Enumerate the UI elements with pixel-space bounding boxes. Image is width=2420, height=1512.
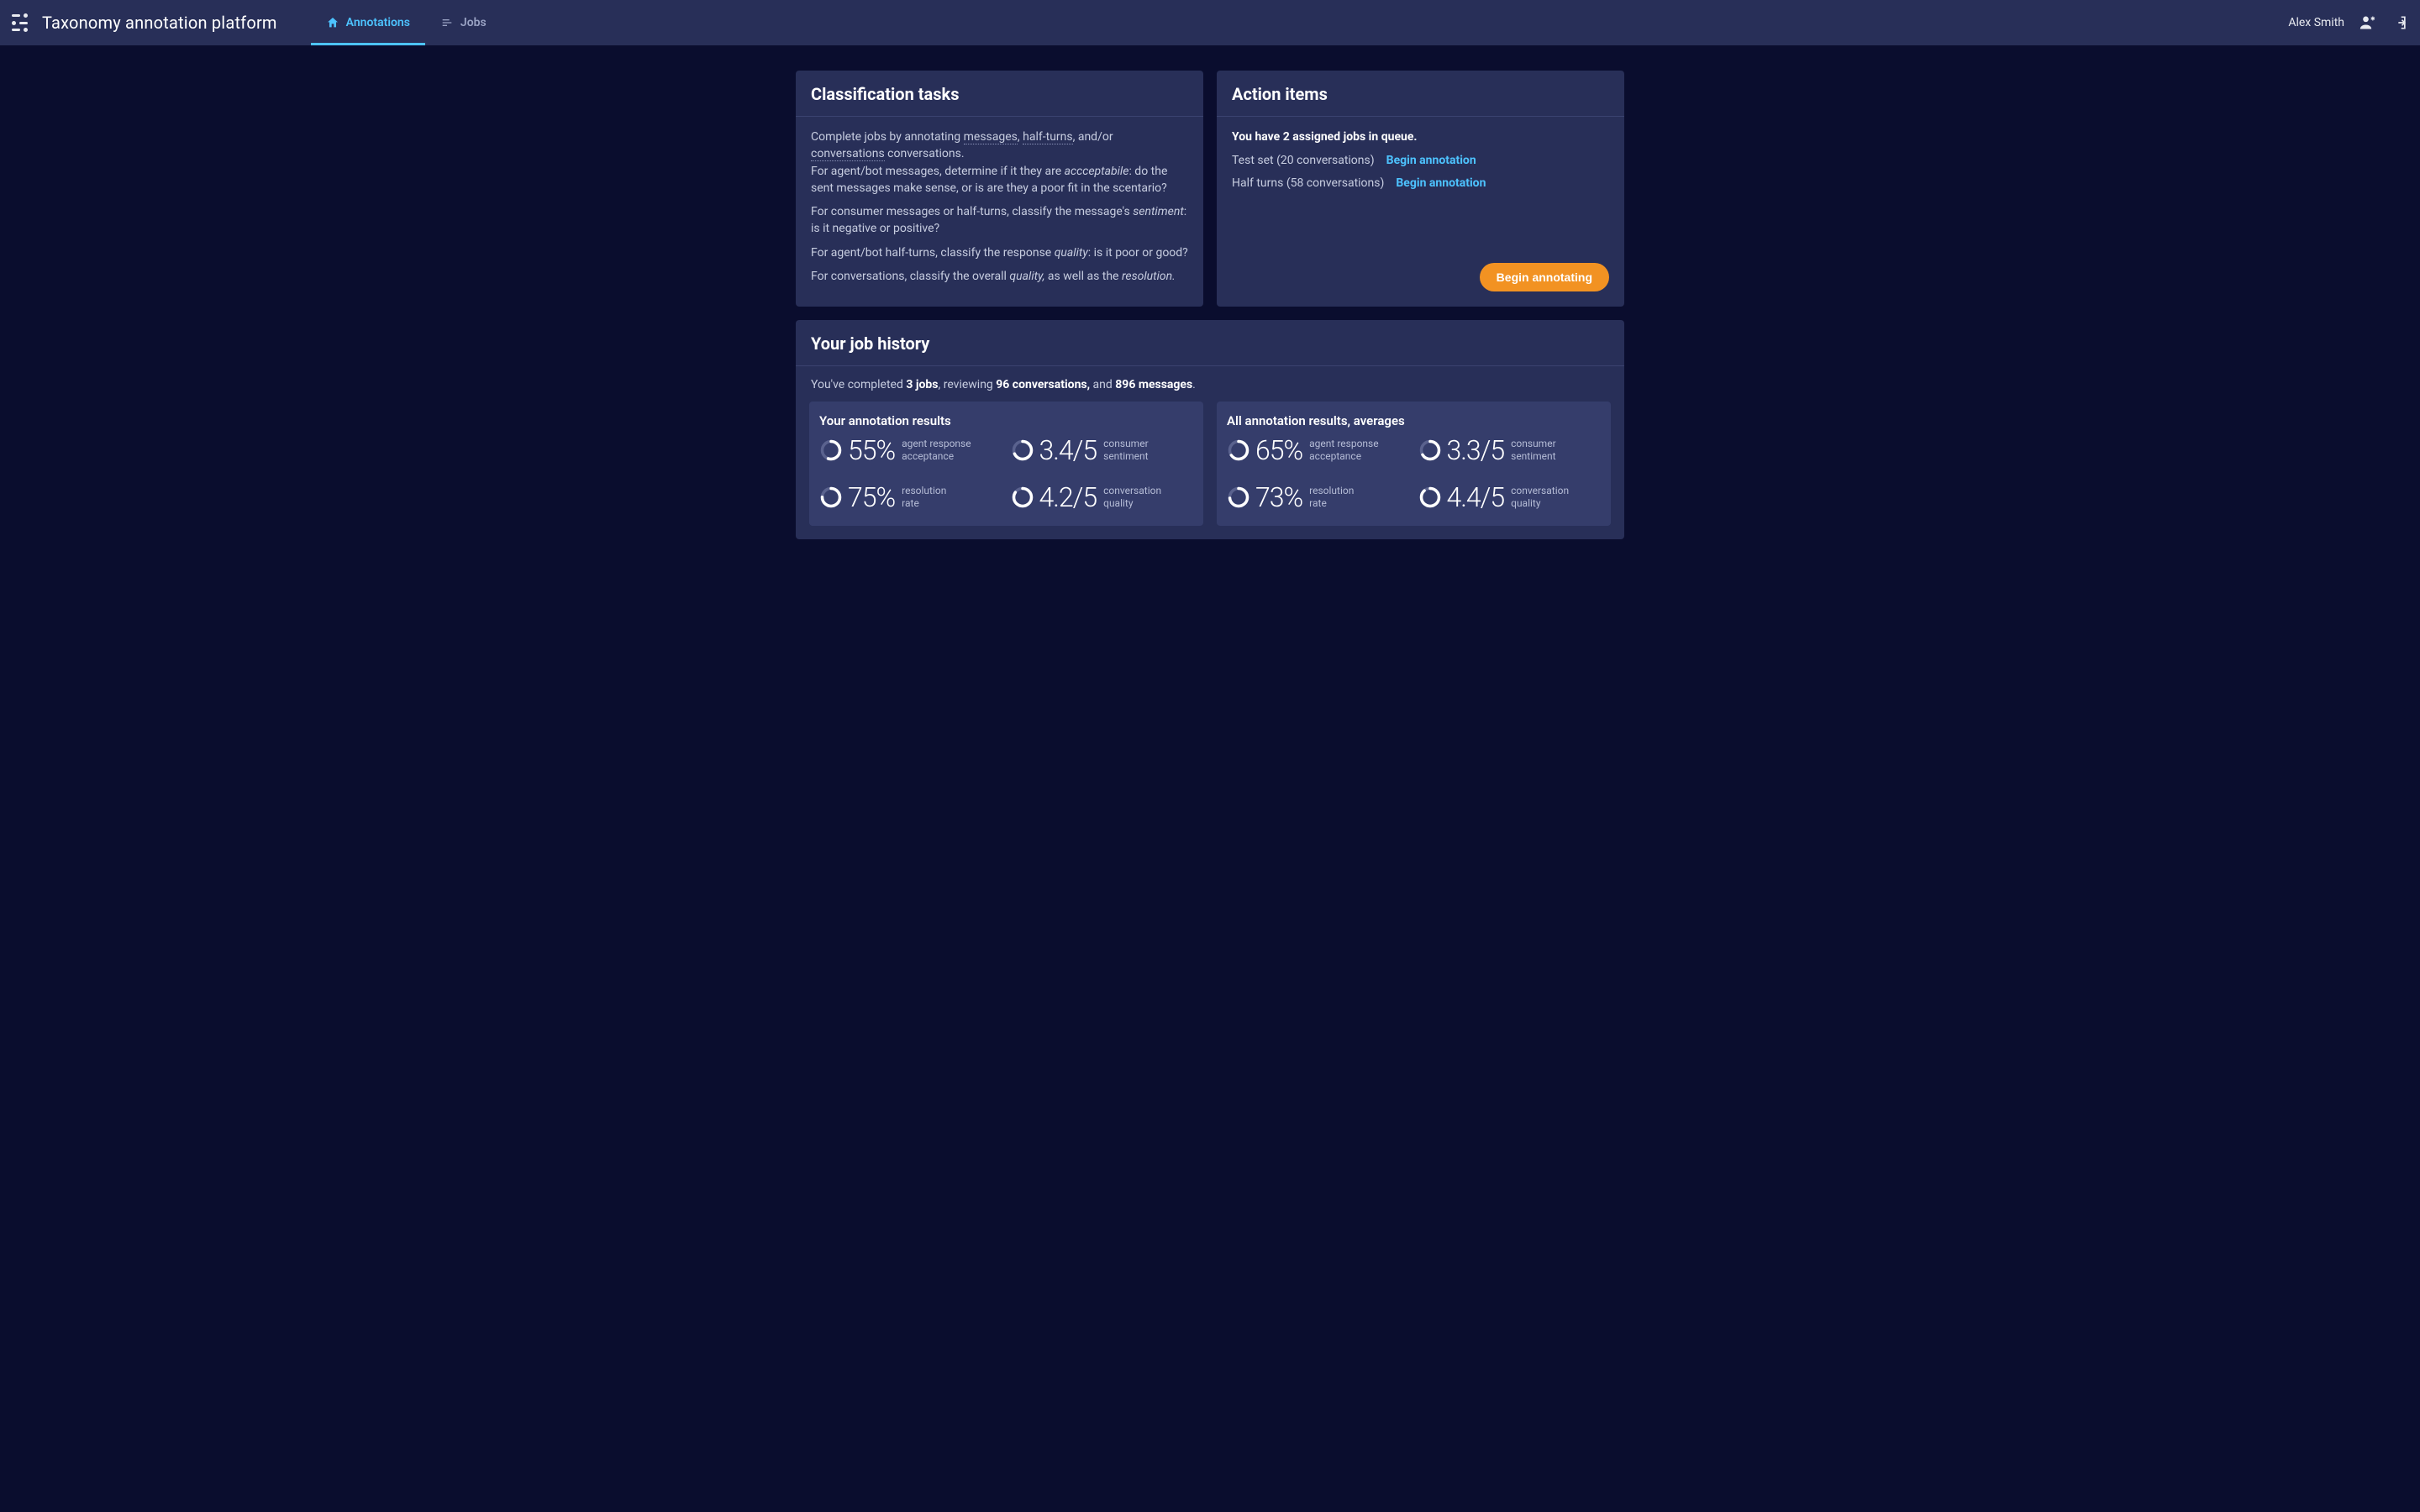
stat-value: 3.4/5 (1039, 437, 1097, 464)
stat-value: 4.2/5 (1039, 484, 1097, 511)
home-icon (326, 16, 339, 29)
donut-icon (1227, 438, 1250, 462)
stat-value: 55% (848, 437, 895, 464)
list-icon (440, 16, 454, 29)
queue-item-label: Half turns (58 conversations) (1232, 175, 1384, 192)
stats-grid: 65% agent responseacceptance 3.3/5 consu… (1227, 437, 1601, 511)
queue-item-label: Test set (20 conversations) (1232, 152, 1375, 169)
card-title: Action items (1232, 84, 1609, 104)
app-header: Taxonomy annotation platform Annotations… (0, 0, 2420, 45)
card-header: Classification tasks (796, 71, 1203, 117)
stats-grid: 55% agent responseacceptance 3.4/5 consu… (819, 437, 1193, 511)
underline-conversations: conversations (811, 147, 885, 161)
stat-resolution-rate: 73% resolutionrate (1227, 484, 1410, 511)
stat-label: agent responseacceptance (1309, 438, 1378, 463)
card-action-items: Action items You have 2 assigned jobs in… (1217, 71, 1624, 307)
card-footer: Begin annotating (1217, 263, 1624, 307)
stat-consumer-sentiment: 3.3/5 consumersentiment (1418, 437, 1602, 464)
classification-paragraph: For conversations, classify the overall … (811, 268, 1188, 285)
user-name: Alex Smith (2288, 16, 2344, 29)
card-body: Complete jobs by annotating messages, ha… (796, 117, 1203, 307)
card-job-history: Your job history You've completed 3 jobs… (796, 320, 1624, 539)
stat-agent-response-acceptance: 55% agent responseacceptance (819, 437, 1002, 464)
queue-item: Test set (20 conversations) Begin annota… (1232, 152, 1609, 169)
stat-agent-response-acceptance: 65% agent responseacceptance (1227, 437, 1410, 464)
card-header: Action items (1217, 71, 1624, 117)
queue-summary: You have 2 assigned jobs in queue. (1232, 129, 1609, 145)
app-logo-icon (12, 13, 30, 32)
header-right: Alex Smith (2288, 0, 2408, 45)
stats-card-title: Your annotation results (819, 413, 1193, 428)
donut-icon (1011, 438, 1034, 462)
underline-halfturns: half-turns (1023, 130, 1072, 144)
tab-jobs[interactable]: Jobs (425, 0, 502, 45)
stat-value: 75% (848, 484, 895, 511)
classification-paragraph: Complete jobs by annotating messages, ha… (811, 129, 1188, 197)
stat-conversation-quality: 4.4/5 conversationquality (1418, 484, 1602, 511)
donut-icon (1418, 438, 1442, 462)
queue-item: Half turns (58 conversations) Begin anno… (1232, 175, 1609, 192)
logout-icon[interactable] (2391, 14, 2408, 31)
tab-annotations[interactable]: Annotations (311, 0, 425, 45)
classification-paragraph: For consumer messages or half-turns, cla… (811, 203, 1188, 238)
donut-icon (1227, 486, 1250, 509)
card-title: Your job history (811, 333, 1609, 354)
history-summary: You've completed 3 jobs, reviewing 96 co… (796, 366, 1624, 402)
stat-label: agent responseacceptance (902, 438, 971, 463)
nav-tabs: Annotations Jobs (311, 0, 502, 45)
stat-value: 65% (1255, 437, 1302, 464)
donut-icon (1418, 486, 1442, 509)
stat-label: conversationquality (1103, 485, 1161, 510)
stat-value: 3.3/5 (1447, 437, 1505, 464)
donut-icon (819, 438, 843, 462)
begin-annotation-link[interactable]: Begin annotation (1396, 175, 1486, 192)
stat-label: resolutionrate (1309, 485, 1354, 510)
donut-icon (1011, 486, 1034, 509)
stat-consumer-sentiment: 3.4/5 consumersentiment (1011, 437, 1194, 464)
stat-label: conversationquality (1511, 485, 1569, 510)
stats-row: Your annotation results 55% agent respon… (796, 402, 1624, 539)
classification-paragraph: For agent/bot half-turns, classify the r… (811, 244, 1188, 261)
stat-label: consumersentiment (1103, 438, 1149, 463)
card-classification-tasks: Classification tasks Complete jobs by an… (796, 71, 1203, 307)
card-header: Your job history (796, 320, 1624, 366)
stats-card-your-results: Your annotation results 55% agent respon… (809, 402, 1203, 526)
stat-value: 4.4/5 (1447, 484, 1505, 511)
begin-annotating-button[interactable]: Begin annotating (1480, 263, 1609, 291)
stats-card-title: All annotation results, averages (1227, 413, 1601, 428)
app-title: Taxonomy annotation platform (42, 13, 277, 33)
user-settings-icon[interactable] (2360, 14, 2376, 31)
card-body: You have 2 assigned jobs in queue. Test … (1217, 117, 1624, 208)
stat-conversation-quality: 4.2/5 conversationquality (1011, 484, 1194, 511)
tab-label: Jobs (460, 16, 487, 29)
donut-icon (819, 486, 843, 509)
card-title: Classification tasks (811, 84, 1188, 104)
stat-label: consumersentiment (1511, 438, 1556, 463)
stat-resolution-rate: 75% resolutionrate (819, 484, 1002, 511)
stats-card-all-results: All annotation results, averages 65% age… (1217, 402, 1611, 526)
tab-label: Annotations (346, 16, 410, 29)
main-content: Classification tasks Complete jobs by an… (0, 45, 2420, 573)
stat-value: 73% (1255, 484, 1302, 511)
header-left: Taxonomy annotation platform (12, 0, 277, 45)
stat-label: resolutionrate (902, 485, 946, 510)
underline-messages: messages (964, 130, 1018, 144)
begin-annotation-link[interactable]: Begin annotation (1386, 152, 1476, 169)
